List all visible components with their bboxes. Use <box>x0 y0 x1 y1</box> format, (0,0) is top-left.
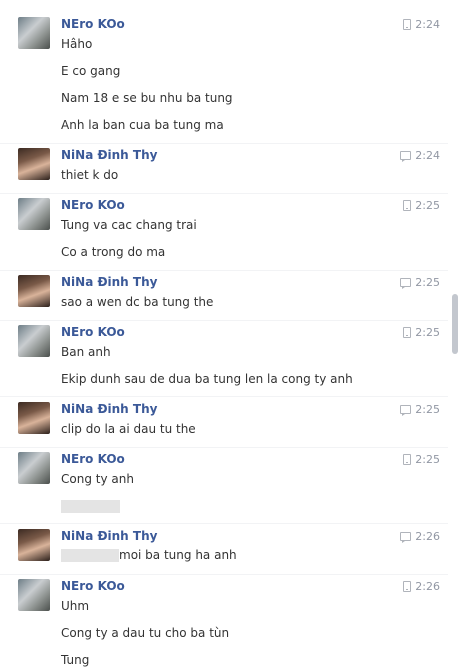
mobile-icon <box>403 581 412 592</box>
redacted-text <box>61 549 119 562</box>
message-text: Tung va cac chang trai <box>61 218 197 232</box>
timestamp: 2:25 <box>415 403 440 416</box>
message-text: Tung <box>61 653 90 667</box>
avatar[interactable] <box>18 452 50 484</box>
message-text: Anh la ban cua ba tung ma <box>61 118 224 132</box>
sender-name[interactable]: NiNa Đinh Thy <box>61 529 157 543</box>
divider <box>0 320 448 321</box>
message-text: moi ba tung ha anh <box>61 548 237 562</box>
message-text: sao a wen dc ba tung the <box>61 295 214 309</box>
message-meta: 2:25 <box>403 199 440 212</box>
chat-icon <box>400 278 412 289</box>
message-group: NiNa Đinh Thy 2:25 sao a wen dc ba tung … <box>0 275 440 315</box>
avatar[interactable] <box>18 198 50 230</box>
message-group: NEro KOo 2:26 Uhm Cong ty a dau tu cho b… <box>0 579 440 669</box>
avatar[interactable] <box>18 529 50 561</box>
divider <box>0 193 448 194</box>
message-text: Cong ty anh <box>61 472 134 486</box>
message-group: NEro KOo 2:25 Tung va cac chang trai Co … <box>0 198 440 264</box>
message-group: NEro KOo 2:25 Ban anh Ekip dunh sau de d… <box>0 325 440 391</box>
message-meta: 2:25 <box>400 276 440 289</box>
avatar[interactable] <box>18 402 50 434</box>
chat-icon <box>400 405 412 416</box>
timestamp: 2:25 <box>415 276 440 289</box>
mobile-icon <box>403 19 412 30</box>
message-text: Cong ty a dau tu cho ba tùn <box>61 626 230 640</box>
timestamp: 2:26 <box>415 580 440 593</box>
message-text: thiet k do <box>61 168 119 182</box>
message-text: clip do la ai dau tu the <box>61 422 196 436</box>
message-text: Ban anh <box>61 345 111 359</box>
timestamp: 2:24 <box>415 18 440 31</box>
message-text: Co a trong do ma <box>61 245 166 259</box>
timestamp: 2:25 <box>415 199 440 212</box>
clipped-text: ° <box>61 0 67 5</box>
message-text: Nam 18 e se bu nhu ba tung <box>61 91 233 105</box>
avatar[interactable] <box>18 148 50 180</box>
avatar[interactable] <box>18 17 50 49</box>
chat-icon <box>400 532 412 543</box>
sender-name[interactable]: NEro KOo <box>61 452 125 466</box>
message-meta: 2:26 <box>400 530 440 543</box>
avatar[interactable] <box>18 579 50 611</box>
message-meta: 2:25 <box>403 453 440 466</box>
sender-name[interactable]: NEro KOo <box>61 579 125 593</box>
message-meta: 2:25 <box>400 403 440 416</box>
sender-name[interactable]: NEro KOo <box>61 198 125 212</box>
message-text: Hâho <box>61 37 93 51</box>
chat-conversation: NEro KOo 2:24 Hâho E co gang Nam 18 e se… <box>0 0 461 667</box>
message-group: NiNa Đinh Thy 2:24 thiet k do <box>0 148 440 188</box>
message-group: NiNa Đinh Thy 2:26 moi ba tung ha anh <box>0 529 440 569</box>
divider <box>0 447 448 448</box>
message-group: NiNa Đinh Thy 2:25 clip do la ai dau tu … <box>0 402 440 442</box>
mobile-icon <box>403 454 412 465</box>
mobile-icon <box>403 200 412 211</box>
sender-name[interactable]: NiNa Đinh Thy <box>61 402 157 416</box>
message-text: Uhm <box>61 599 90 613</box>
chat-icon <box>400 151 412 162</box>
avatar[interactable] <box>18 325 50 357</box>
timestamp: 2:25 <box>415 453 440 466</box>
message-meta: 2:24 <box>400 149 440 162</box>
message-meta: 2:26 <box>403 580 440 593</box>
timestamp: 2:26 <box>415 530 440 543</box>
divider <box>0 574 448 575</box>
timestamp: 2:25 <box>415 326 440 339</box>
scrollbar[interactable] <box>452 294 458 354</box>
message-text-visible: moi ba tung ha anh <box>119 548 237 562</box>
sender-name[interactable]: NEro KOo <box>61 325 125 339</box>
message-meta: 2:24 <box>403 18 440 31</box>
sender-name[interactable]: NiNa Đinh Thy <box>61 275 157 289</box>
message-group: NEro KOo 2:25 Cong ty anh <box>0 452 440 518</box>
divider <box>0 270 448 271</box>
message-text: Ekip dunh sau de dua ba tung len la cong… <box>61 372 353 386</box>
divider <box>0 143 448 144</box>
divider <box>0 396 448 397</box>
redacted-text <box>61 500 120 513</box>
message-meta: 2:25 <box>403 326 440 339</box>
timestamp: 2:24 <box>415 149 440 162</box>
mobile-icon <box>403 327 412 338</box>
avatar[interactable] <box>18 275 50 307</box>
message-group: NEro KOo 2:24 Hâho E co gang Nam 18 e se… <box>0 17 440 137</box>
message-text: E co gang <box>61 64 121 78</box>
sender-name[interactable]: NiNa Đinh Thy <box>61 148 157 162</box>
sender-name[interactable]: NEro KOo <box>61 17 125 31</box>
divider <box>0 523 448 524</box>
